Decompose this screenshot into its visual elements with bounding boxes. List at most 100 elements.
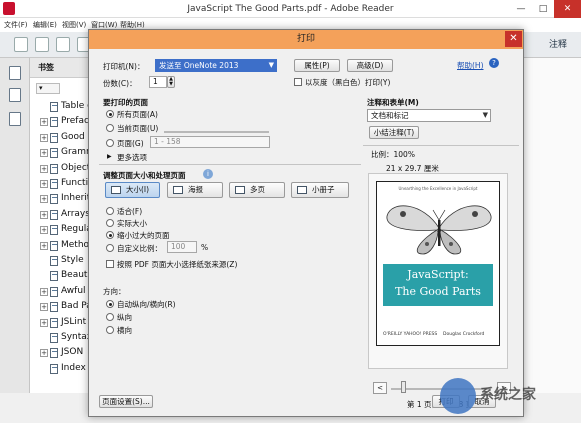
book-title-band: JavaScript: The Good Parts	[383, 264, 493, 306]
mode-booklet-button[interactable]: 小册子	[291, 182, 349, 198]
grayscale-checkbox[interactable]	[294, 78, 302, 86]
expand-plus-icon[interactable]: +	[40, 195, 48, 204]
menu-edit[interactable]: 编辑(E)	[33, 18, 57, 32]
grayscale-label: 以灰度（黑白色）打印(Y)	[305, 78, 391, 87]
expand-plus-icon[interactable]: +	[40, 149, 48, 158]
pages-range-input[interactable]: 1 - 158	[150, 136, 270, 148]
butterfly-illustration	[386, 205, 492, 255]
bookmark-item[interactable]: Index	[30, 362, 88, 377]
menu-file[interactable]: 文件(F)	[4, 18, 28, 32]
bookmark-item[interactable]: + JSON	[30, 346, 88, 361]
bookmark-label: Arrays	[61, 208, 90, 219]
orient-portrait-radio[interactable]	[106, 313, 114, 321]
bookmark-item[interactable]: Style	[30, 254, 88, 269]
custom-scale-radio[interactable]	[106, 244, 114, 252]
menu-view[interactable]: 视图(V)	[62, 18, 86, 32]
help-icon[interactable]: ?	[489, 58, 499, 68]
create-icon[interactable]	[14, 37, 28, 52]
expand-plus-icon[interactable]: +	[40, 164, 48, 173]
book-subtitle: Unearthing the Excellence in JavaScript	[398, 186, 478, 191]
shrink-radio[interactable]	[106, 231, 114, 239]
fit-label: 适合(F)	[117, 207, 143, 216]
navigation-rail	[0, 58, 30, 393]
bookmark-page-icon	[50, 271, 58, 282]
expand-plus-icon[interactable]: +	[40, 318, 48, 327]
custom-scale-input[interactable]: 100	[167, 241, 197, 253]
expand-plus-icon[interactable]: +	[40, 226, 48, 235]
expand-plus-icon[interactable]: +	[40, 241, 48, 250]
expand-arrow-icon[interactable]: ▶	[107, 153, 112, 160]
actual-size-radio[interactable]	[106, 219, 114, 227]
bookmark-label: Object	[61, 162, 91, 173]
fit-radio[interactable]	[106, 207, 114, 215]
bookmark-page-icon	[50, 363, 58, 374]
expand-plus-icon[interactable]: +	[40, 180, 48, 188]
printer-select[interactable]: 发送至 OneNote 2013 ▼	[155, 59, 277, 72]
app-close-button[interactable]: ✕	[554, 0, 581, 18]
mode-poster-button[interactable]: 海报	[167, 182, 223, 198]
expand-plus-icon[interactable]: +	[40, 118, 48, 127]
bookmark-page-icon	[50, 240, 58, 251]
pages-current-radio[interactable]	[106, 124, 114, 132]
orient-auto-radio[interactable]	[106, 300, 114, 308]
bookmark-item[interactable]: Beautif	[30, 269, 93, 284]
copies-input[interactable]: 1	[149, 76, 167, 88]
comment-pane-button[interactable]: 注释	[538, 37, 578, 53]
bookmark-page-icon	[50, 148, 58, 159]
bookmark-item[interactable]: + Bad Pa	[30, 300, 92, 315]
expand-plus-icon[interactable]: +	[40, 349, 48, 358]
more-options-toggle[interactable]: 更多选项	[117, 152, 147, 163]
help-link[interactable]: 帮助(H)	[457, 60, 484, 71]
bookmark-item[interactable]: Table o	[30, 100, 93, 115]
comments-select[interactable]: 文档和标记 ▼	[367, 109, 491, 122]
edit-icon[interactable]	[56, 37, 70, 52]
dialog-close-button[interactable]: ✕	[505, 31, 522, 47]
bookmark-item[interactable]: + Preface	[30, 115, 94, 130]
bookmarks-icon[interactable]	[9, 88, 21, 102]
expand-plus-icon[interactable]: +	[40, 210, 48, 219]
bookmark-item[interactable]: + Good P	[30, 131, 93, 146]
bookmark-item[interactable]: + Regula	[30, 223, 92, 238]
advanced-button[interactable]: 高级(D)	[347, 59, 393, 72]
bookmark-item[interactable]: + Inherita	[30, 192, 96, 207]
info-icon[interactable]: i	[203, 169, 213, 179]
bookmark-options-dropdown[interactable]: ▾	[36, 83, 60, 94]
expand-plus-icon[interactable]: +	[40, 287, 48, 296]
bookmark-item[interactable]: + Object	[30, 162, 91, 177]
preview-slider-thumb[interactable]	[401, 381, 406, 393]
pages-all-radio[interactable]	[106, 110, 114, 118]
bookmark-item[interactable]: + Metho	[30, 239, 89, 254]
pages-range-radio[interactable]	[106, 139, 114, 147]
bookmark-item[interactable]: + Gramm	[30, 146, 95, 161]
bookmark-item[interactable]: Syntax	[30, 331, 92, 346]
mode-size-button[interactable]: 大小(I)	[105, 182, 160, 198]
orient-landscape-radio[interactable]	[106, 326, 114, 334]
bookmark-item[interactable]: + Functio	[30, 177, 94, 192]
bookmark-label: JSLint	[61, 316, 87, 327]
bookmark-item[interactable]: + JSLint	[30, 316, 88, 331]
mode-multiple-button[interactable]: 多页	[229, 182, 285, 198]
bookmark-item[interactable]: + Arrays	[30, 208, 90, 223]
comments-divider	[363, 145, 519, 146]
prev-page-button[interactable]: <	[373, 382, 387, 394]
paper-source-checkbox[interactable]	[106, 260, 114, 268]
shrink-label: 缩小过大的页面	[117, 231, 170, 240]
maximize-button[interactable]: □	[532, 0, 554, 18]
page-setup-button[interactable]: 页面设置(S)...	[99, 395, 153, 408]
copies-stepper[interactable]: ▲ ▼	[167, 76, 175, 88]
attachments-icon[interactable]	[9, 112, 21, 126]
properties-button[interactable]: 属性(P)	[294, 59, 340, 72]
minimize-button[interactable]: —	[510, 0, 532, 18]
page-thumbnails-icon[interactable]	[9, 66, 21, 80]
bookmark-item[interactable]: + Awful P	[30, 285, 94, 300]
bookmark-page-icon	[50, 209, 58, 220]
expand-plus-icon[interactable]: +	[40, 303, 48, 312]
book-author: Douglas Crockford	[443, 332, 485, 337]
bookmark-label: Style	[61, 255, 84, 265]
expand-plus-icon[interactable]: +	[40, 133, 48, 142]
pages-section-title: 要打印的页面	[103, 98, 148, 107]
open-icon[interactable]	[35, 37, 49, 52]
preview-page: Unearthing the Excellence in JavaScript …	[376, 181, 500, 346]
summarize-comments-button[interactable]: 小结注释(T)	[369, 126, 419, 139]
multiple-pages-icon	[235, 186, 245, 194]
